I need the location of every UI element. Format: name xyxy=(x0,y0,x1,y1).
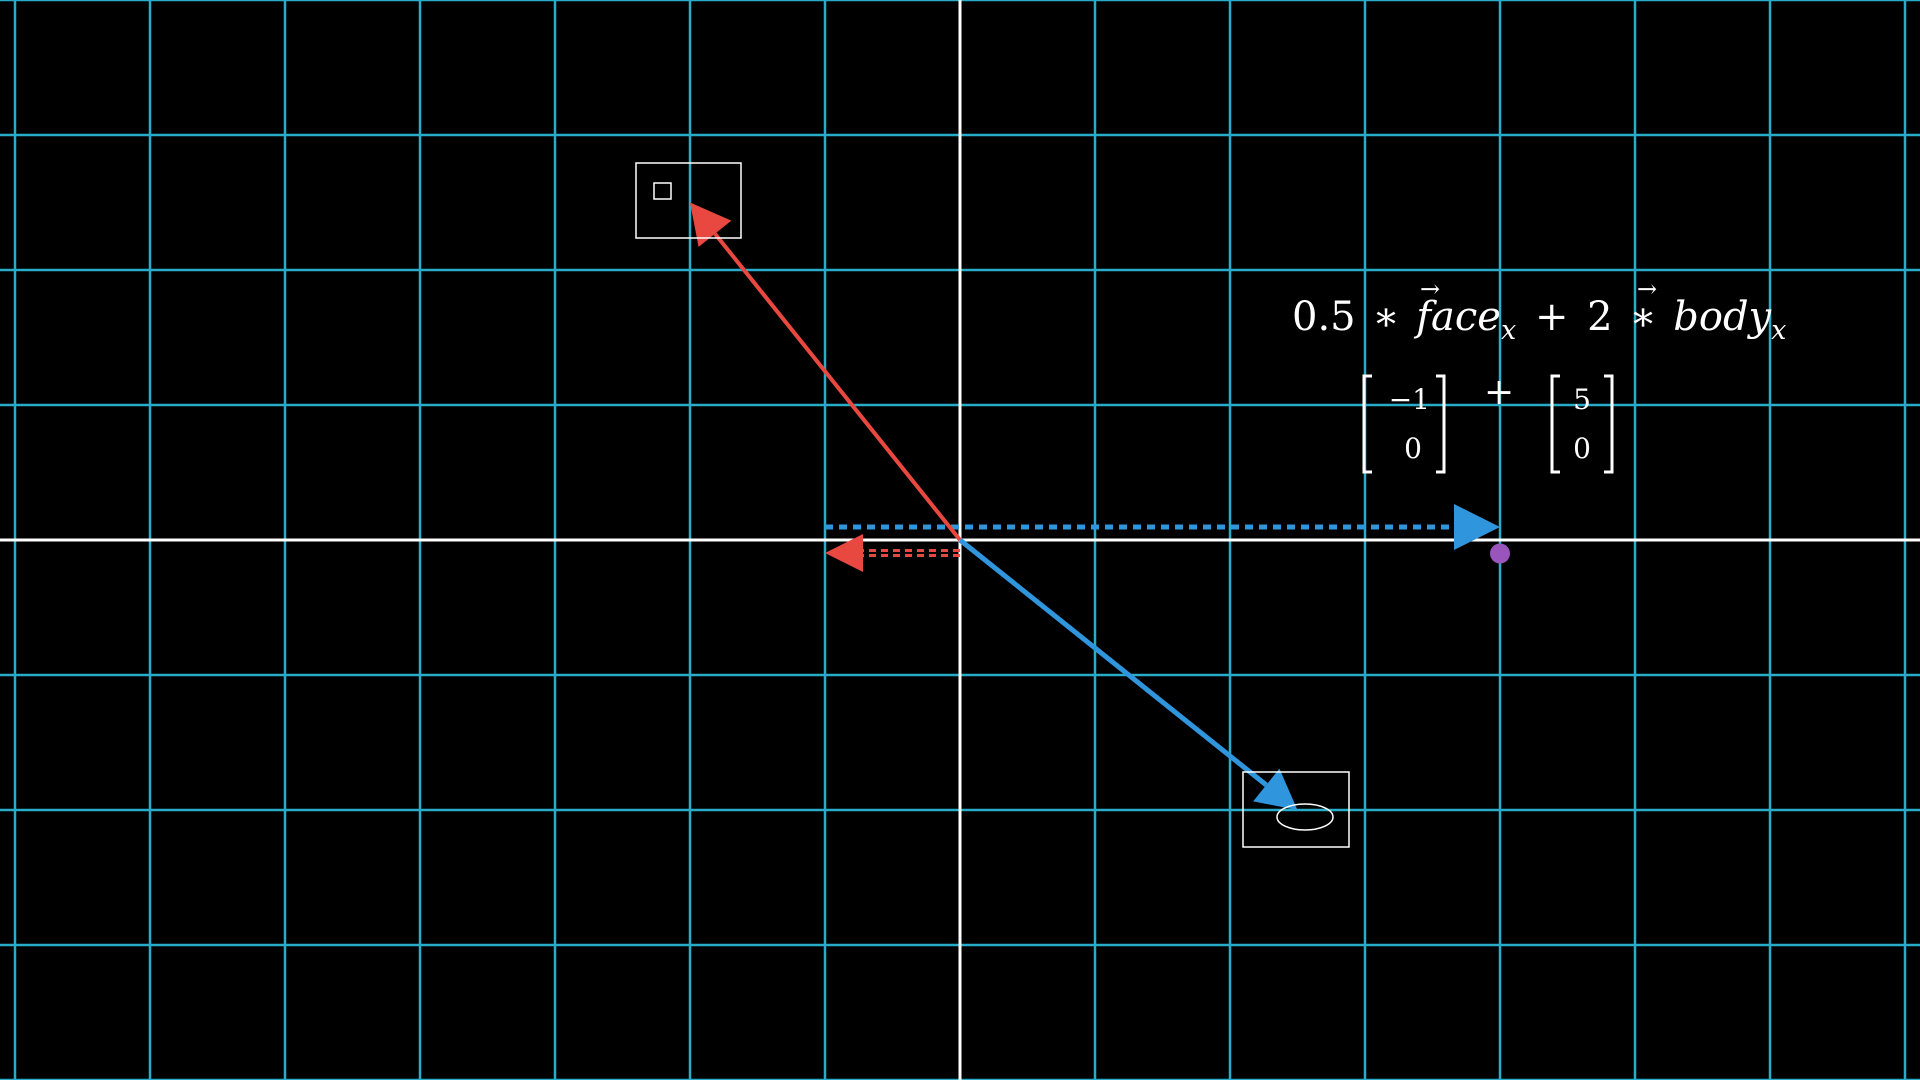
face-arrow-accent: → xyxy=(1420,275,1440,303)
right-matrix-bottom: 0 xyxy=(1573,432,1591,465)
left-matrix-top: −1 xyxy=(1389,383,1430,416)
left-matrix-bottom: 0 xyxy=(1404,432,1422,465)
vector-scene: 0.5 ∗ facex + 2 ∗ bodyx → → −1 0 + 5 0 xyxy=(0,0,1920,1080)
body-arrow-accent: → xyxy=(1637,275,1657,303)
right-matrix-top: 5 xyxy=(1573,383,1591,416)
matrix-plus: + xyxy=(1484,372,1514,413)
sum-point xyxy=(1490,543,1510,564)
